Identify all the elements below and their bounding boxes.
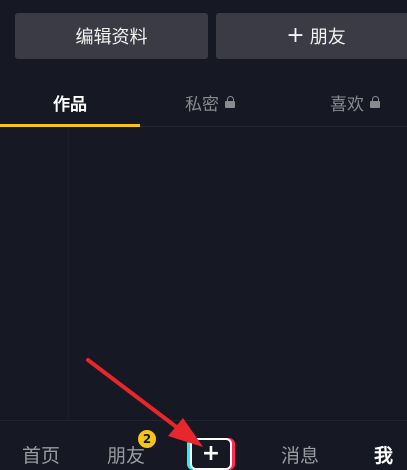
edit-profile-label: 编辑资料 — [75, 27, 148, 48]
friends-badge: 2 — [138, 430, 156, 448]
grid-divider — [68, 127, 69, 420]
profile-screen: 编辑资料 + 朋友 作品 私密 喜欢 首页 朋友 2 + 消息 我 — [0, 0, 407, 470]
tab-private-label: 私密 — [185, 94, 219, 115]
edit-profile-button[interactable]: 编辑资料 — [15, 13, 208, 59]
nav-friends[interactable]: 朋友 — [107, 441, 145, 468]
nav-messages[interactable]: 消息 — [281, 441, 319, 468]
tab-works-label: 作品 — [53, 94, 87, 115]
plus-icon: + — [201, 441, 221, 466]
bottom-nav: 首页 朋友 2 + 消息 我 — [0, 420, 407, 470]
profile-action-row: 编辑资料 + 朋友 — [15, 13, 407, 59]
tab-works[interactable]: 作品 — [0, 78, 140, 126]
lock-icon — [370, 96, 380, 108]
nav-me[interactable]: 我 — [374, 441, 393, 468]
nav-home[interactable]: 首页 — [22, 441, 60, 468]
tab-private[interactable]: 私密 — [140, 78, 280, 126]
lock-icon — [225, 96, 235, 108]
create-button[interactable]: + — [187, 438, 235, 470]
add-friend-button[interactable]: + 朋友 — [216, 13, 407, 59]
tab-likes-label: 喜欢 — [330, 94, 364, 115]
create-button-face: + — [190, 438, 232, 470]
tab-likes[interactable]: 喜欢 — [280, 78, 407, 126]
works-grid — [0, 127, 407, 420]
profile-tabs: 作品 私密 喜欢 — [0, 78, 407, 127]
add-friend-label: 朋友 — [309, 27, 346, 48]
plus-icon: + — [286, 23, 305, 48]
